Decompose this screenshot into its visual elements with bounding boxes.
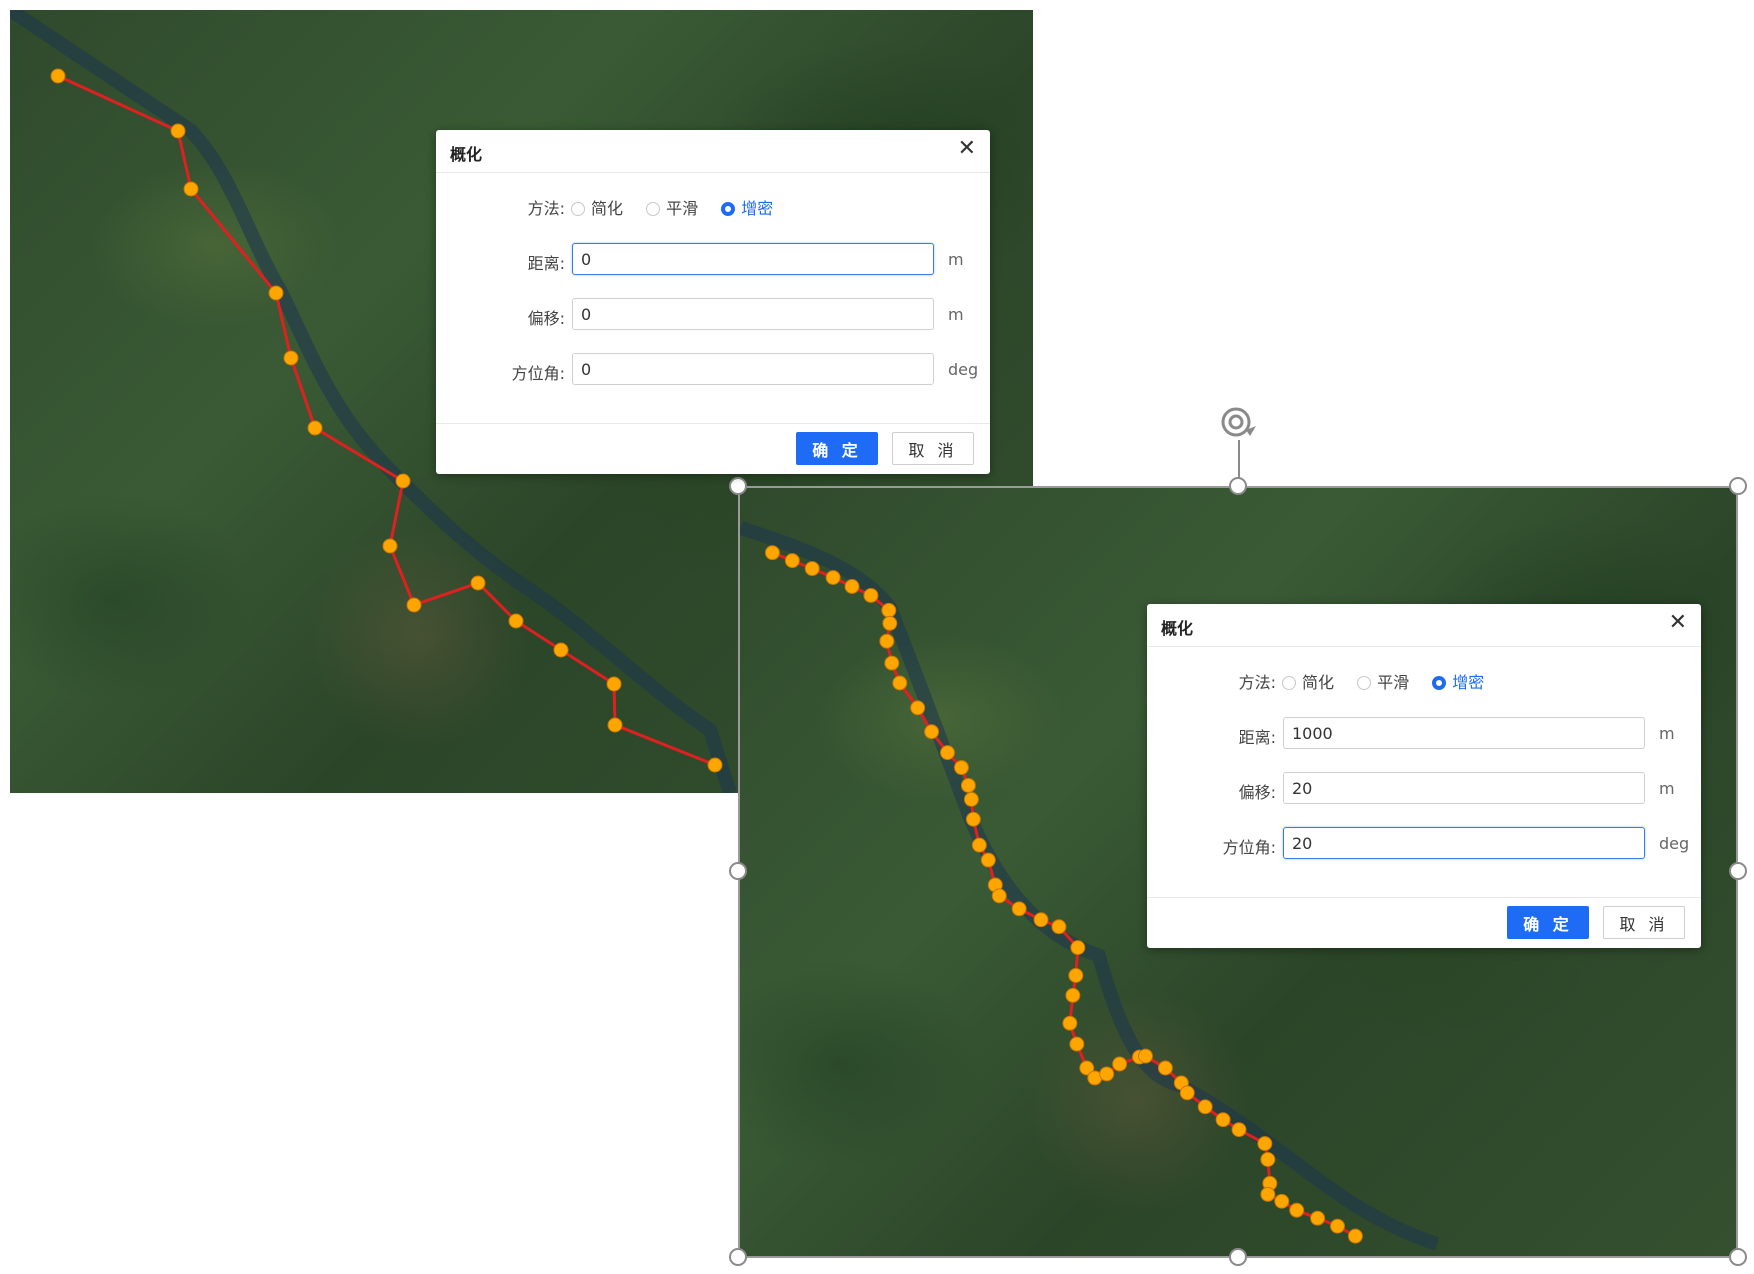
azimuth-label: 方位角: — [511, 364, 565, 383]
azimuth-row: 方位角: deg — [436, 353, 990, 387]
radio-densify[interactable]: 增密 — [721, 195, 773, 219]
radio-icon — [646, 202, 661, 216]
distance-label: 距离: — [1238, 728, 1276, 747]
radio-label: 平滑 — [666, 199, 699, 218]
offset-unit: m — [948, 305, 964, 324]
offset-row: 偏移: m — [436, 298, 990, 332]
close-icon[interactable]: ✕ — [958, 136, 976, 161]
radio-label: 简化 — [591, 199, 624, 218]
azimuth-unit: deg — [1659, 834, 1690, 853]
distance-unit: m — [948, 250, 964, 269]
azimuth-input[interactable] — [1283, 827, 1645, 859]
ok-button[interactable]: 确 定 — [796, 432, 878, 465]
azimuth-row: 方位角: deg — [1147, 827, 1701, 861]
distance-row: 距离: m — [1147, 717, 1701, 751]
offset-input[interactable] — [1283, 772, 1645, 804]
radio-smooth[interactable]: 平滑 — [646, 195, 698, 219]
resize-handle-bottom-right[interactable] — [1729, 1248, 1747, 1266]
generalize-dialog: 概化 ✕ 方法: 简化 平滑 增密 距离: m 偏移: m 方位角: deg 确… — [1147, 604, 1701, 948]
resize-handle-top-left[interactable] — [729, 477, 747, 495]
distance-row: 距离: m — [436, 243, 990, 277]
azimuth-label: 方位角: — [1222, 838, 1276, 857]
radio-label: 增密 — [741, 199, 774, 218]
radio-icon — [1357, 676, 1372, 690]
offset-label: 偏移: — [1238, 783, 1276, 802]
resize-handle-top-center[interactable] — [1229, 477, 1247, 495]
radio-icon — [571, 202, 585, 216]
resize-handle-middle-right[interactable] — [1729, 862, 1747, 880]
radio-label: 增密 — [1452, 673, 1485, 692]
resize-handle-middle-left[interactable] — [729, 862, 747, 880]
distance-input[interactable] — [1283, 717, 1645, 749]
radio-label: 简化 — [1302, 673, 1335, 692]
radio-checked-icon — [1432, 676, 1447, 690]
radio-checked-icon — [721, 202, 736, 216]
distance-input[interactable] — [572, 243, 934, 275]
radio-label: 平滑 — [1377, 673, 1410, 692]
resize-handle-bottom-left[interactable] — [729, 1248, 747, 1266]
method-radio-group: 简化 平滑 增密 — [571, 195, 791, 219]
dialog-footer: 确 定 取 消 — [1147, 897, 1701, 948]
dialog-title: 概化 — [1161, 619, 1194, 638]
resize-handle-top-right[interactable] — [1729, 477, 1747, 495]
generalize-dialog: 概化 ✕ 方法: 简化 平滑 增密 距离: m 偏移: m 方位角: deg 确… — [436, 130, 990, 474]
method-label: 方法: — [1238, 673, 1276, 692]
radio-densify[interactable]: 增密 — [1432, 669, 1484, 693]
radio-simplify[interactable]: 简化 — [571, 195, 623, 219]
resize-handle-bottom-center[interactable] — [1229, 1248, 1247, 1266]
ok-button[interactable]: 确 定 — [1507, 906, 1589, 939]
dialog-header: 概化 ✕ — [436, 130, 990, 173]
method-label: 方法: — [527, 199, 565, 218]
offset-input[interactable] — [572, 298, 934, 330]
method-radio-group: 简化 平滑 增密 — [1282, 669, 1502, 693]
distance-label: 距离: — [527, 254, 565, 273]
azimuth-input[interactable] — [572, 353, 934, 385]
dialog-title: 概化 — [450, 145, 483, 164]
offset-unit: m — [1659, 779, 1675, 798]
method-row: 方法: 简化 平滑 增密 — [436, 188, 990, 222]
close-icon[interactable]: ✕ — [1669, 610, 1687, 635]
rotate-icon[interactable] — [1216, 400, 1260, 444]
dialog-header: 概化 ✕ — [1147, 604, 1701, 647]
radio-smooth[interactable]: 平滑 — [1357, 669, 1409, 693]
offset-label: 偏移: — [527, 309, 565, 328]
cancel-button[interactable]: 取 消 — [1603, 906, 1685, 939]
method-row: 方法: 简化 平滑 增密 — [1147, 662, 1701, 696]
distance-unit: m — [1659, 724, 1675, 743]
dialog-footer: 确 定 取 消 — [436, 423, 990, 474]
cancel-button[interactable]: 取 消 — [892, 432, 974, 465]
radio-simplify[interactable]: 简化 — [1282, 669, 1334, 693]
radio-icon — [1282, 676, 1296, 690]
azimuth-unit: deg — [948, 360, 979, 379]
offset-row: 偏移: m — [1147, 772, 1701, 806]
